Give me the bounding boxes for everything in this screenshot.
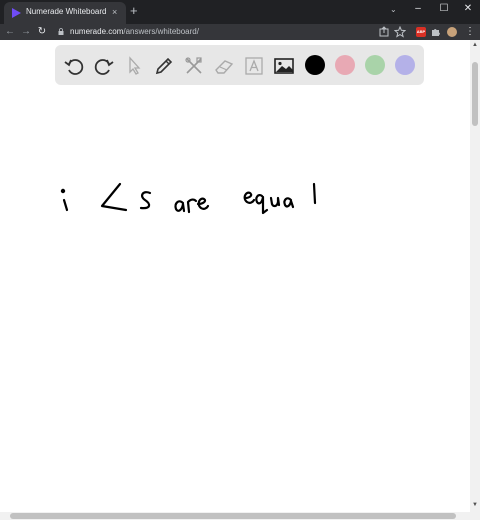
- whiteboard-canvas[interactable]: [0, 100, 470, 512]
- select-icon[interactable]: [123, 55, 145, 77]
- redo-icon[interactable]: [93, 55, 115, 77]
- undo-icon[interactable]: [63, 55, 85, 77]
- share-icon[interactable]: [378, 26, 390, 38]
- url-text: numerade.com/answers/whiteboard/: [70, 27, 199, 36]
- close-window-button[interactable]: ✕: [460, 3, 476, 15]
- reload-button[interactable]: ↻: [36, 25, 48, 39]
- tab-close-icon[interactable]: ×: [112, 6, 117, 18]
- whiteboard-page: [0, 40, 470, 512]
- browser-menu-icon[interactable]: ⋮: [465, 25, 475, 39]
- text-icon[interactable]: [243, 55, 265, 77]
- vertical-scrollbar[interactable]: ▲ ▼: [470, 40, 480, 512]
- url-path: /answers/whiteboard/: [123, 27, 199, 36]
- lock-icon: [58, 28, 64, 35]
- eraser-icon[interactable]: [213, 55, 235, 77]
- adblock-extension-icon[interactable]: ABP: [416, 27, 426, 37]
- scroll-up-icon[interactable]: ▲: [472, 42, 478, 48]
- forward-button[interactable]: →: [20, 25, 32, 39]
- vertical-scroll-thumb[interactable]: [472, 62, 478, 126]
- handwritten-text: [60, 182, 317, 215]
- browser-toolbar: ← → ↻ numerade.com/answers/whiteboard/ A…: [0, 24, 480, 40]
- tab-title: Numerade Whiteboard: [26, 7, 107, 16]
- address-bar[interactable]: numerade.com/answers/whiteboard/: [52, 25, 370, 39]
- horizontal-scrollbar[interactable]: [0, 512, 480, 520]
- whiteboard-toolbar: [55, 45, 424, 85]
- color-swatch-pink[interactable]: [335, 55, 355, 75]
- color-swatch-green[interactable]: [365, 55, 385, 75]
- color-swatch-black[interactable]: [305, 55, 325, 75]
- image-icon[interactable]: [273, 55, 295, 77]
- maximize-button[interactable]: ☐: [436, 3, 452, 15]
- scroll-down-icon[interactable]: ▼: [472, 502, 478, 508]
- new-tab-button[interactable]: +: [130, 4, 138, 18]
- browser-tab[interactable]: Numerade Whiteboard ×: [4, 2, 126, 24]
- back-button[interactable]: ←: [4, 25, 16, 39]
- numerade-logo-icon: [12, 8, 21, 18]
- url-domain: numerade.com: [70, 27, 124, 36]
- color-swatch-purple[interactable]: [395, 55, 415, 75]
- tab-search-icon[interactable]: ⌄: [390, 5, 397, 14]
- extensions-puzzle-icon[interactable]: [430, 26, 442, 38]
- browser-tab-strip: Numerade Whiteboard × + ⌄ – ☐ ✕: [0, 0, 480, 24]
- bookmark-star-icon[interactable]: [394, 26, 406, 38]
- profile-avatar[interactable]: [447, 27, 457, 37]
- horizontal-scroll-thumb[interactable]: [10, 513, 456, 519]
- tools-icon[interactable]: [183, 55, 205, 77]
- minimize-button[interactable]: –: [410, 3, 426, 15]
- pen-icon[interactable]: [153, 55, 175, 77]
